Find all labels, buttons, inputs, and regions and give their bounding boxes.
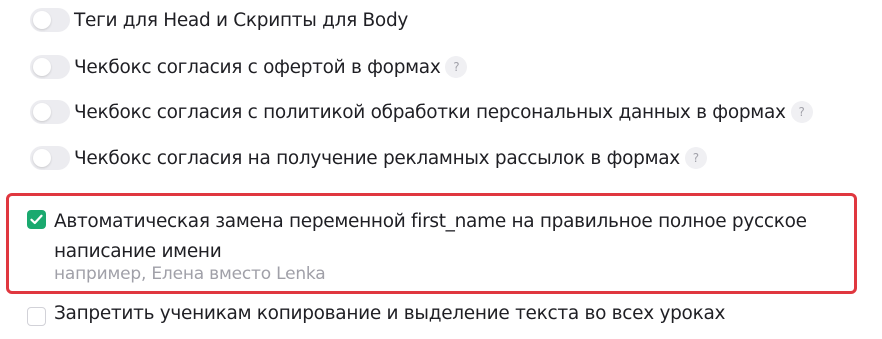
- checkmark-icon: [30, 214, 43, 225]
- toggle-knob: [33, 149, 51, 167]
- offer-consent-label: Чекбокс согласия с офертой в формах: [74, 56, 441, 78]
- auto-name-checkbox[interactable]: [27, 210, 46, 229]
- offer-consent-toggle[interactable]: [30, 55, 70, 79]
- head-body-tags-toggle[interactable]: [30, 8, 70, 32]
- privacy-consent-label: Чекбокс согласия с политикой обработки п…: [74, 101, 786, 123]
- setting-row-offer-consent: Чекбокс согласия с офертой в формах ?: [30, 52, 468, 82]
- offer-consent-help-icon[interactable]: ?: [445, 56, 468, 78]
- settings-panel: Теги для Head и Скрипты для Body Чекбокс…: [0, 0, 882, 339]
- toggle-knob: [33, 11, 51, 29]
- copy-protect-checkbox[interactable]: [27, 307, 46, 326]
- setting-row-privacy-consent: Чекбокс согласия с политикой обработки п…: [30, 97, 813, 127]
- privacy-consent-toggle[interactable]: [30, 100, 70, 124]
- copy-protect-label: Запретить ученикам копирование и выделен…: [54, 303, 726, 324]
- toggle-knob: [33, 58, 51, 76]
- auto-name-label: Автоматическая замена переменной first_n…: [54, 211, 807, 262]
- marketing-consent-help-icon[interactable]: ?: [684, 147, 707, 169]
- marketing-consent-label: Чекбокс согласия на получение рекламных …: [74, 147, 680, 169]
- privacy-consent-help-icon[interactable]: ?: [790, 101, 813, 123]
- setting-row-marketing-consent: Чекбокс согласия на получение рекламных …: [30, 143, 707, 173]
- setting-row-head-body-tags: Теги для Head и Скрипты для Body: [30, 5, 408, 35]
- toggle-knob: [33, 103, 51, 121]
- head-body-tags-label: Теги для Head и Скрипты для Body: [74, 9, 409, 31]
- marketing-consent-toggle[interactable]: [30, 146, 70, 170]
- auto-name-hint: например, Елена вместо Lenka: [54, 264, 326, 284]
